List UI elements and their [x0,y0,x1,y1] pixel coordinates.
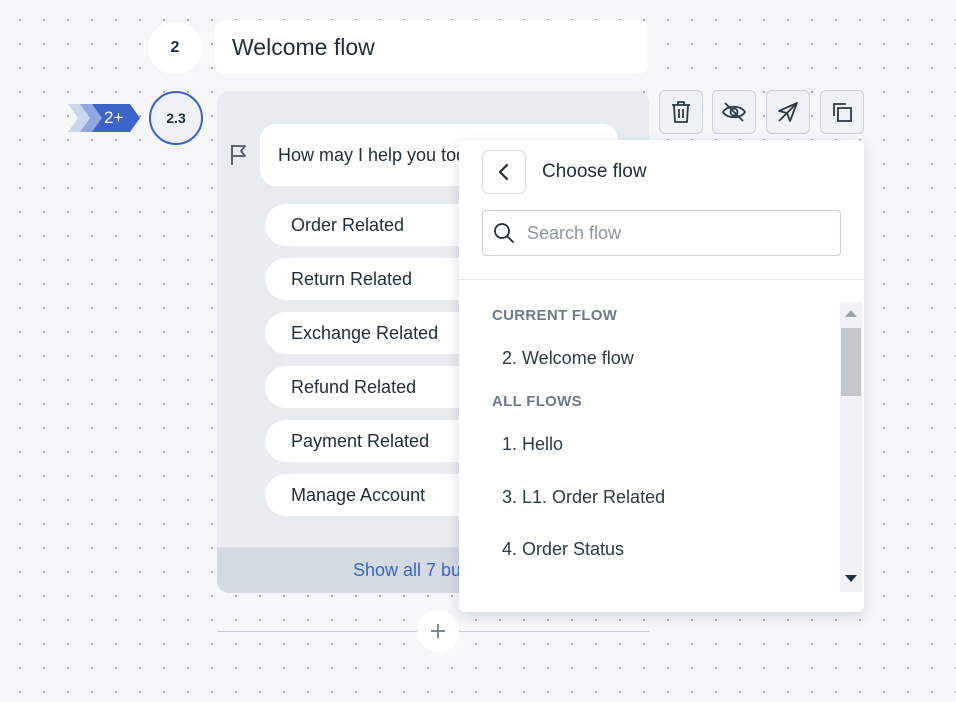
scroll-down-arrow-icon[interactable] [845,575,857,582]
flow-item-current[interactable]: 2. Welcome flow [502,348,634,369]
jump-badge[interactable]: 2+ [68,104,142,132]
flow-list: CURRENT FLOW 2. Welcome flow ALL FLOWS 1… [459,302,839,592]
current-flow-heading: CURRENT FLOW [492,307,618,324]
popup-title: Choose flow [542,161,647,182]
add-step-button[interactable] [417,610,459,652]
eye-off-icon [721,102,747,122]
jump-badge-label: 2+ [104,108,124,127]
flow-item[interactable]: 4. Order Status [502,539,624,560]
trash-icon [672,101,690,123]
back-button[interactable] [482,150,526,194]
step-number-badge[interactable]: 2.3 [149,91,203,145]
flow-title[interactable]: Welcome flow [215,20,647,74]
chevron-left-icon [498,163,509,181]
duplicate-button[interactable] [820,90,864,134]
delete-button[interactable] [659,90,703,134]
flow-item[interactable]: 1. Hello [502,434,563,455]
hide-button[interactable] [712,90,756,134]
no-send-icon [778,102,798,122]
scroll-thumb[interactable] [841,328,861,396]
search-icon [494,223,514,243]
copy-icon [833,103,852,122]
divider [459,279,864,280]
scrollbar[interactable] [840,302,862,592]
flow-item[interactable]: 3. L1. Order Related [502,487,665,508]
plus-icon [431,624,445,638]
node-number-badge: 2 [148,22,202,74]
disable-send-button[interactable] [766,90,810,134]
all-flows-heading: ALL FLOWS [492,393,582,410]
choose-flow-popup: Choose flow CURRENT FLOW 2. Welcome flow… [459,140,864,612]
scroll-up-arrow-icon[interactable] [845,310,857,317]
search-box[interactable] [482,210,841,256]
search-input[interactable] [527,222,827,244]
flag-icon [231,145,246,165]
